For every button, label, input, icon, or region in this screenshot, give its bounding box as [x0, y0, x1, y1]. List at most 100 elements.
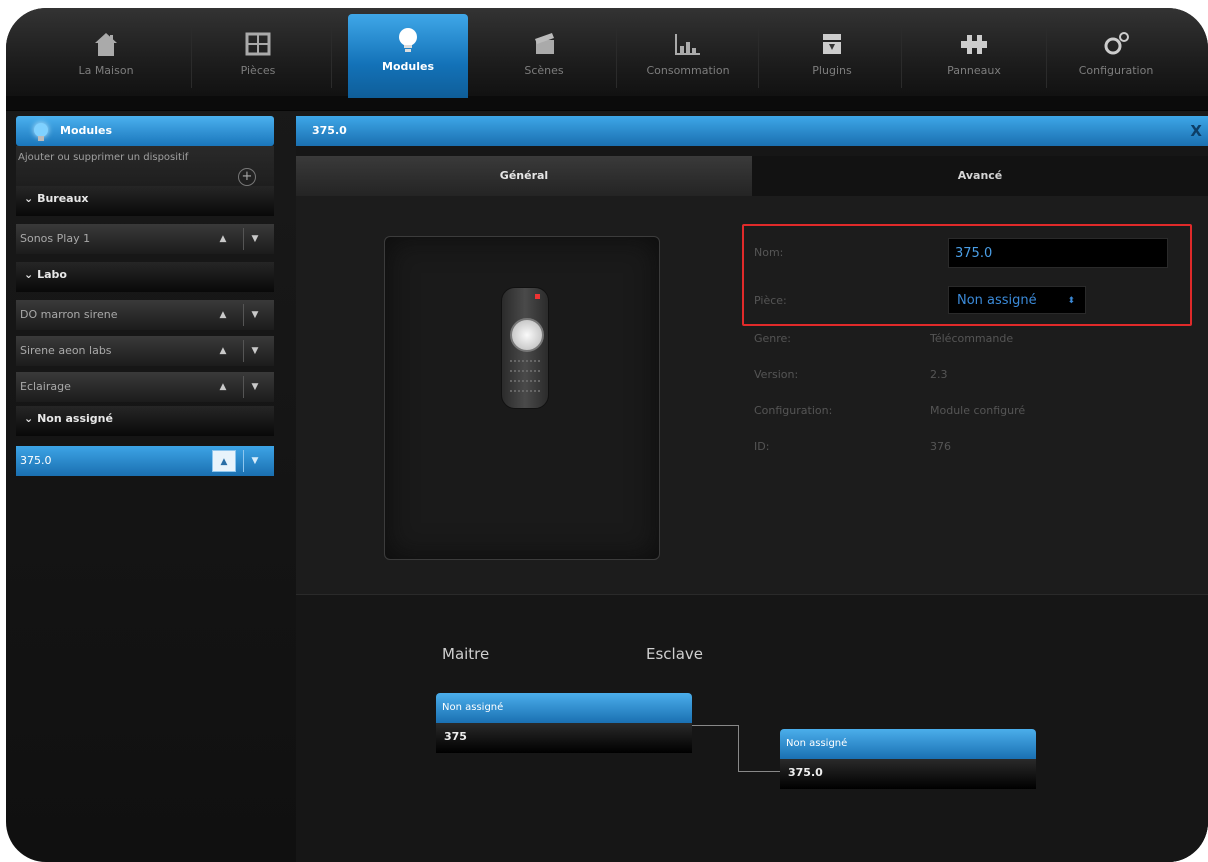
- nav-bottom-strip: [6, 96, 1208, 110]
- slave-node[interactable]: Non assigné 375.0: [780, 729, 1036, 789]
- remote-control-image: [501, 287, 549, 409]
- plugin-box-icon: [823, 34, 841, 54]
- remote-wheel: [510, 318, 544, 352]
- device-name: Sirene aeon labs: [20, 344, 112, 357]
- arrow-up-icon[interactable]: ▲: [212, 304, 234, 326]
- nav-la-maison[interactable]: La Maison: [46, 18, 166, 96]
- piece-label: Pièce:: [754, 294, 787, 307]
- list-item-sonos-play-1[interactable]: Sonos Play 1 ▲ ▼: [16, 224, 274, 254]
- nav-separator: [1046, 28, 1047, 88]
- device-name: Eclairage: [20, 380, 71, 393]
- lightbulb-icon: [399, 28, 417, 52]
- house-icon: [95, 33, 117, 56]
- rooms-icon: [245, 32, 271, 56]
- led-indicator: [535, 294, 540, 299]
- nav-configuration[interactable]: Configuration: [1056, 18, 1176, 96]
- configuration-label: Configuration:: [754, 404, 833, 417]
- panel-title: 375.0: [312, 124, 347, 137]
- clapperboard-icon: [535, 33, 554, 54]
- reorder-controls: ▲ ▼: [208, 450, 268, 472]
- nav-label: Scènes: [524, 64, 564, 77]
- nom-input[interactable]: 375.0: [948, 238, 1168, 268]
- connector-line: [738, 771, 780, 772]
- nav-label: Panneaux: [947, 64, 1001, 77]
- list-item-do-marron-sirene[interactable]: DO marron sirene ▲ ▼: [16, 300, 274, 330]
- device-image-frame: [384, 236, 660, 560]
- select-arrows-icon: ⬍: [1067, 296, 1075, 306]
- group-bureaux[interactable]: ⌄ Bureaux: [16, 186, 274, 216]
- bar-chart-icon: [675, 34, 700, 55]
- nav-consommation[interactable]: Consommation: [628, 18, 748, 96]
- remote-button-row: [510, 380, 540, 386]
- reorder-controls: ▲ ▼: [208, 340, 268, 362]
- general-tab-content: Nom: 375.0 Pièce: Non assigné ⬍ Genre: T…: [296, 196, 1208, 594]
- close-icon[interactable]: X: [1190, 116, 1202, 146]
- nav-separator: [331, 28, 332, 88]
- lightbulb-icon: [34, 123, 48, 141]
- nav-plugins[interactable]: Plugins: [772, 18, 892, 96]
- arrow-up-icon[interactable]: ▲: [212, 340, 234, 362]
- top-navigation: La Maison Pièces Modules Scènes Consomma…: [6, 8, 1208, 111]
- id-value: 376: [930, 440, 951, 453]
- master-node-value: 375: [436, 723, 692, 753]
- slave-label: Esclave: [646, 645, 704, 663]
- add-remove-device[interactable]: Ajouter ou supprimer un dispositif +: [16, 146, 274, 186]
- nav-label: Pièces: [240, 64, 276, 77]
- device-name: DO marron sirene: [20, 308, 118, 321]
- gears-icon: [1104, 32, 1129, 55]
- piece-selected-value: Non assigné: [957, 293, 1037, 308]
- group-name: Bureaux: [37, 192, 89, 205]
- sidebar-title: Modules: [60, 124, 112, 137]
- nav-label: La Maison: [78, 64, 134, 77]
- chevron-down-icon: ⌄: [24, 268, 34, 281]
- nav-modules[interactable]: Modules: [348, 14, 468, 98]
- app-window: La Maison Pièces Modules Scènes Consomma…: [6, 8, 1208, 862]
- slave-node-header: Non assigné: [780, 729, 1036, 759]
- nav-label: Configuration: [1078, 64, 1154, 77]
- configuration-value: Module configuré: [930, 404, 1026, 417]
- nav-scenes[interactable]: Scènes: [484, 18, 604, 96]
- remote-button-row: [510, 360, 540, 366]
- add-remove-text: Ajouter ou supprimer un dispositif: [18, 152, 189, 163]
- version-value: 2.3: [930, 368, 948, 381]
- piece-select[interactable]: Non assigné ⬍: [948, 286, 1086, 314]
- arrow-down-icon[interactable]: ▼: [243, 228, 266, 250]
- group-name: Non assigné: [37, 412, 113, 425]
- connector-line: [692, 725, 738, 726]
- genre-label: Genre:: [754, 332, 792, 345]
- master-node[interactable]: Non assigné 375: [436, 693, 692, 753]
- reorder-controls: ▲ ▼: [208, 376, 268, 398]
- add-circle-icon[interactable]: +: [238, 168, 256, 186]
- list-item-375-0[interactable]: 375.0 ▲ ▼: [16, 446, 274, 476]
- remote-button-row: [510, 390, 540, 396]
- device-name: 375.0: [20, 454, 52, 467]
- reorder-controls: ▲ ▼: [208, 228, 268, 250]
- arrow-up-icon[interactable]: ▲: [212, 450, 236, 472]
- panel-header: 375.0 X: [296, 116, 1208, 146]
- nav-label: Plugins: [812, 64, 852, 77]
- nav-panneaux[interactable]: Panneaux: [914, 18, 1034, 96]
- association-area: Maitre Esclave Non assigné 375 Non assig…: [296, 594, 1208, 862]
- master-label: Maitre: [442, 645, 490, 663]
- arrow-up-icon[interactable]: ▲: [212, 228, 234, 250]
- arrow-down-icon[interactable]: ▼: [243, 304, 266, 326]
- list-item-sirene-aeon-labs[interactable]: Sirene aeon labs ▲ ▼: [16, 336, 274, 366]
- arrow-up-icon[interactable]: ▲: [212, 376, 234, 398]
- group-labo[interactable]: ⌄ Labo: [16, 262, 274, 292]
- nom-label: Nom:: [754, 246, 784, 259]
- device-name: Sonos Play 1: [20, 232, 91, 245]
- id-label: ID:: [754, 440, 770, 453]
- arrow-down-icon[interactable]: ▼: [243, 450, 266, 472]
- nav-pieces[interactable]: Pièces: [198, 18, 318, 96]
- tab-avance[interactable]: Avancé: [752, 156, 1208, 196]
- tab-general[interactable]: Général: [296, 156, 752, 196]
- remote-button-row: [510, 370, 540, 376]
- nav-label: Consommation: [646, 64, 730, 77]
- arrow-down-icon[interactable]: ▼: [243, 340, 266, 362]
- list-item-eclairage[interactable]: Eclairage ▲ ▼: [16, 372, 274, 402]
- arrow-down-icon[interactable]: ▼: [243, 376, 266, 398]
- chevron-down-icon: ⌄: [24, 192, 34, 205]
- version-label: Version:: [754, 368, 799, 381]
- group-non-assigne[interactable]: ⌄ Non assigné: [16, 406, 274, 436]
- connector-line: [738, 725, 739, 771]
